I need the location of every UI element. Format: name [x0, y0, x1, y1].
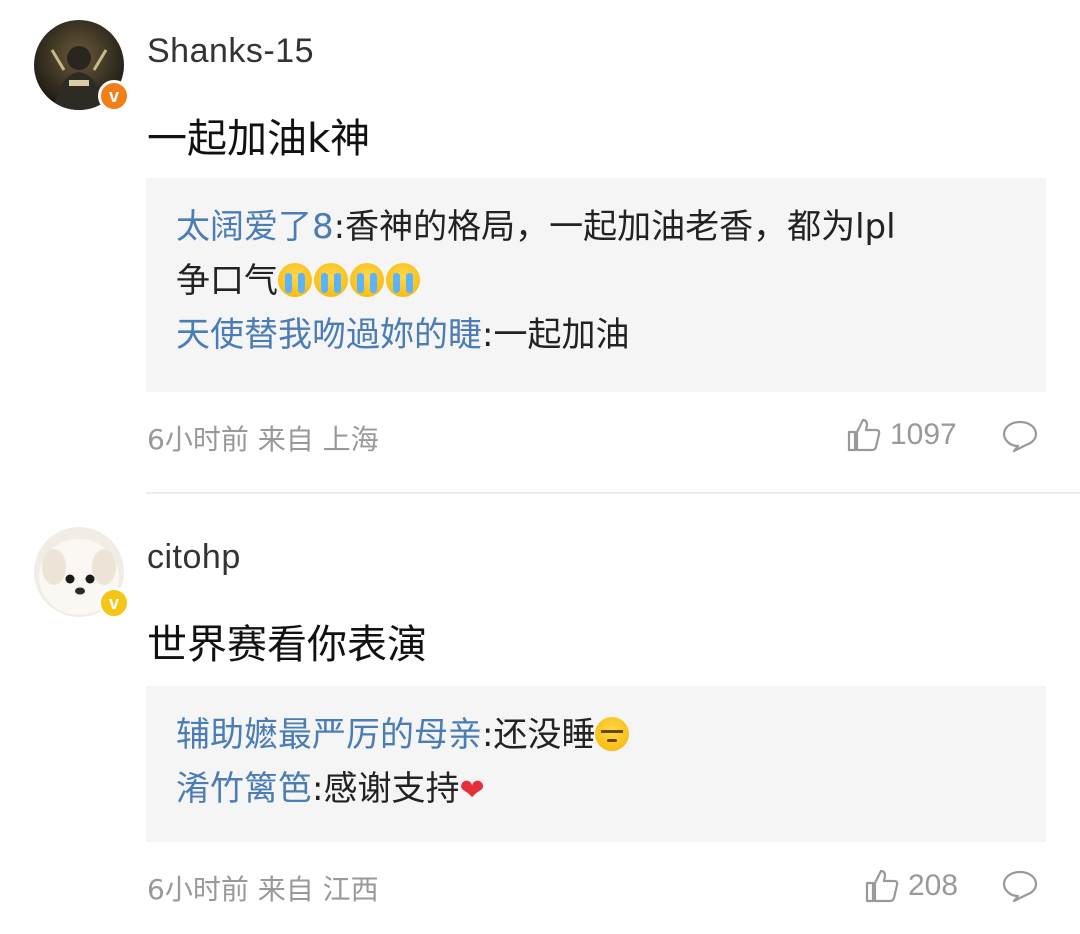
user-avatar[interactable]: v	[34, 20, 130, 112]
reply-box[interactable]: 辅助嬷最严厉的母亲:还没睡 淆竹篱笆:感谢支持❤	[146, 686, 1046, 842]
reply-item[interactable]: 辅助嬷最严厉的母亲:还没睡	[176, 708, 1016, 762]
reply-text: :一起加油	[482, 315, 630, 355]
verified-badge-icon: v	[98, 587, 130, 619]
comment-bubble-icon[interactable]	[1001, 869, 1039, 903]
comment-location: 来自 上海	[257, 423, 379, 456]
comment-text: 一起加油k神	[147, 116, 371, 162]
reply-item[interactable]: 太阔爱了8:香神的格局，一起加油老香，都为lpl	[176, 200, 1016, 254]
heart-icon: ❤	[459, 773, 485, 808]
username[interactable]: citohp	[147, 538, 241, 577]
reply-text: :感谢支持	[312, 769, 460, 809]
comment-bubble-icon[interactable]	[1001, 419, 1039, 453]
crying-emoji-icon	[350, 263, 384, 297]
reply-item-continued: 争口气	[176, 254, 1016, 308]
comment-time: 6小时前	[147, 423, 249, 456]
crying-emoji-icon	[278, 263, 312, 297]
comment-divider	[146, 492, 1080, 494]
reply-text: :还没睡	[482, 715, 596, 755]
verified-badge-icon: v	[98, 80, 130, 112]
comment-location: 来自 江西	[257, 873, 379, 906]
thumbs-up-icon	[865, 869, 899, 903]
reply-username[interactable]: 辅助嬷最严厉的母亲	[176, 715, 482, 755]
like-button[interactable]: 1097	[846, 417, 957, 453]
user-avatar[interactable]: v	[34, 527, 130, 619]
crying-emoji-icon	[386, 263, 420, 297]
username[interactable]: Shanks-15	[147, 32, 314, 71]
reply-box[interactable]: 太阔爱了8:香神的格局，一起加油老香，都为lpl 争口气 天使替我吻過妳的睫:一…	[146, 178, 1046, 392]
like-count: 1097	[890, 418, 957, 451]
like-count: 208	[908, 869, 959, 902]
reply-username[interactable]: 天使替我吻過妳的睫	[176, 315, 482, 355]
sleepy-emoji-icon	[595, 717, 630, 751]
comment-meta: 6小时前 来自 上海	[147, 418, 379, 458]
reply-item[interactable]: 淆竹篱笆:感谢支持❤	[176, 762, 1016, 818]
comment-text: 世界赛看你表演	[147, 622, 427, 668]
crying-emoji-icon	[314, 263, 348, 297]
thumbs-up-icon	[847, 418, 881, 452]
comment-meta: 6小时前 来自 江西	[147, 868, 379, 908]
reply-item[interactable]: 天使替我吻過妳的睫:一起加油	[176, 308, 1016, 362]
reply-username[interactable]: 太阔爱了8	[176, 207, 334, 247]
comment-time: 6小时前	[147, 873, 249, 906]
like-button[interactable]: 208	[864, 868, 958, 904]
reply-username[interactable]: 淆竹篱笆	[176, 769, 312, 809]
reply-text: :香神的格局，一起加油老香，都为lpl	[333, 207, 896, 247]
reply-text-cont: 争口气	[176, 261, 278, 301]
